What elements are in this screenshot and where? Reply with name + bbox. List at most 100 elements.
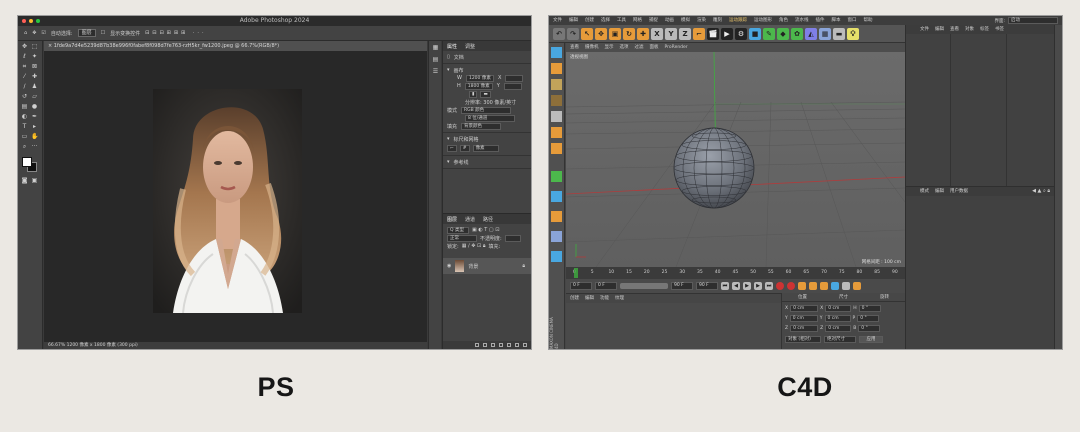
zoom-tool-icon[interactable]: ⌕ (21, 144, 28, 150)
pen-spline-icon[interactable]: ✎ (763, 27, 775, 40)
link-icon[interactable] (475, 343, 479, 347)
vp-menu-display[interactable]: 显示 (605, 43, 614, 52)
obj-menu-edit[interactable]: 编辑 (935, 25, 944, 34)
tab-adjustments[interactable]: 调整 (465, 43, 475, 50)
menu-window[interactable]: 窗口 (848, 16, 857, 25)
vp-menu-options[interactable]: 选项 (620, 43, 629, 52)
menu-mesh[interactable]: 网格 (633, 16, 642, 25)
x-field[interactable] (505, 74, 524, 82)
rot-h-field[interactable]: 0 ° (858, 304, 881, 312)
auto-select-dropdown[interactable]: 图层 (77, 29, 96, 37)
menu-motion-tracker[interactable]: 运动跟踪 (729, 16, 747, 25)
attr-menu-edit[interactable]: 编辑 (935, 187, 944, 196)
landscape-orientation-icon[interactable]: ▬ (480, 90, 491, 98)
go-to-end-icon[interactable]: ⏭ (765, 282, 773, 290)
move-icon[interactable]: ✥ (21, 44, 28, 50)
obj-menu-objects[interactable]: 对象 (965, 25, 974, 34)
pos-x-field[interactable]: 0 cm (790, 304, 819, 312)
size-y-field[interactable]: 0 cm (824, 314, 851, 322)
mode-select[interactable]: RGB 颜色 (461, 106, 512, 114)
adjustment-layer-icon[interactable] (499, 343, 503, 347)
recent-tool-icon[interactable]: ✚ (637, 27, 649, 40)
play-icon[interactable]: ▶ (743, 282, 751, 290)
vp-menu-prorender[interactable]: ProRender (665, 43, 688, 52)
apply-button[interactable]: 应用 (859, 335, 883, 343)
blend-mode-select[interactable]: 正常 (447, 234, 477, 242)
fx-icon[interactable] (483, 343, 487, 347)
menu-render[interactable]: 渲染 (697, 16, 706, 25)
edges-mode-icon[interactable] (551, 127, 562, 138)
obj-menu-tags[interactable]: 标签 (980, 25, 989, 34)
screen-mode-icon[interactable]: ▣ (31, 178, 38, 184)
rectangle-icon[interactable]: ▭ (21, 134, 28, 140)
pos-y-field[interactable]: 0 cm (789, 314, 818, 322)
menu-create[interactable]: 创建 (585, 16, 594, 25)
snap-icon[interactable] (551, 191, 562, 202)
preview-end-field[interactable]: 90 F (696, 282, 718, 290)
cloner-icon[interactable]: ✿ (791, 27, 803, 40)
opacity-field[interactable] (504, 234, 521, 242)
move-tool-icon[interactable]: ✥ (32, 30, 36, 36)
c4d-viewport[interactable]: 查看 摄像机 显示 选项 过滤 面板 ProRender 透视视图 网格间距:… (566, 43, 905, 267)
current-frame-field[interactable]: 0 F (570, 282, 592, 290)
hand-icon[interactable]: ✋ (31, 134, 38, 140)
healing-icon[interactable]: ✚ (31, 74, 38, 80)
minimize-icon[interactable] (29, 19, 33, 23)
y-field[interactable] (503, 82, 522, 90)
floor-icon[interactable]: ▦ (819, 27, 831, 40)
render-view-icon[interactable]: 🎬︎ (707, 27, 719, 40)
x-axis-icon[interactable]: X (651, 27, 663, 40)
group-icon[interactable] (507, 343, 511, 347)
zoom-icon[interactable] (36, 19, 40, 23)
menu-simulate[interactable]: 模拟 (681, 16, 690, 25)
eraser-icon[interactable]: ▱ (31, 94, 38, 100)
menu-sculpt[interactable]: 雕刻 (713, 16, 722, 25)
attr-nav-icons[interactable]: ◀ ▲ ⌕ 🔒︎ (1032, 188, 1050, 194)
collapse-icon[interactable]: ▾ (447, 159, 450, 165)
grid-workplane-icon[interactable] (551, 231, 562, 242)
layer-row-background[interactable]: ◉ 背景 🔒︎ (443, 258, 531, 274)
ruler-icon[interactable]: ⌐ (447, 144, 457, 152)
type-icon[interactable]: T (21, 124, 28, 130)
render-settings-icon[interactable]: ⚙ (735, 27, 747, 40)
y-axis-icon[interactable]: Y (665, 27, 677, 40)
mask-icon[interactable] (491, 343, 495, 347)
pen-icon[interactable]: ✒ (31, 114, 38, 120)
tab-layers[interactable]: 图层 (447, 216, 457, 223)
new-layer-icon[interactable] (515, 343, 519, 347)
menu-script[interactable]: 脚本 (832, 16, 841, 25)
menu-mograph[interactable]: 运动图形 (754, 16, 772, 25)
align-icons[interactable]: ⊟⊟⊟⊞⊞⊞ ··· (145, 30, 207, 36)
close-icon[interactable] (22, 19, 26, 23)
obj-menu-file[interactable]: 文件 (920, 25, 929, 34)
marquee-icon[interactable]: ⬚ (31, 44, 38, 50)
eyedropper-icon[interactable]: ⁄ (21, 74, 28, 80)
obj-menu-view[interactable]: 查看 (950, 25, 959, 34)
trash-icon[interactable] (523, 343, 527, 347)
mat-menu-create[interactable]: 创建 (570, 294, 579, 303)
tab-paths[interactable]: 路径 (483, 216, 493, 223)
record-icon[interactable] (776, 282, 784, 290)
size-mode-select[interactable]: 绝对尺寸 (824, 335, 856, 343)
menu-animate[interactable]: 动画 (665, 16, 674, 25)
pos-z-field[interactable]: 0 cm (790, 324, 819, 332)
adjust-icon[interactable]: ☰ (432, 69, 439, 75)
history-icon[interactable]: ▦ (432, 45, 439, 51)
menu-snap[interactable]: 捕捉 (649, 16, 658, 25)
grid-icon[interactable]: # (459, 144, 470, 152)
menu-select[interactable]: 选择 (601, 16, 610, 25)
timeline-icon[interactable] (853, 282, 861, 290)
mat-menu-function[interactable]: 功能 (600, 294, 609, 303)
brush-icon[interactable]: ∕ (21, 84, 28, 90)
size-z-field[interactable]: 0 cm (825, 324, 852, 332)
menu-tools[interactable]: 工具 (617, 16, 626, 25)
crop-icon[interactable]: ⌗ (21, 64, 28, 70)
obj-menu-bookmarks[interactable]: 书签 (995, 25, 1004, 34)
texture-mode-icon[interactable] (551, 79, 562, 90)
go-to-start-icon[interactable]: ⏮ (721, 282, 729, 290)
undo-icon[interactable]: ↶ (553, 27, 565, 40)
checkbox-icon[interactable]: ☑ (41, 30, 45, 36)
more-tools-icon[interactable]: ··· (31, 144, 38, 150)
foreground-color-swatch[interactable] (22, 157, 32, 167)
portrait-orientation-icon[interactable]: ▮ (469, 90, 478, 98)
